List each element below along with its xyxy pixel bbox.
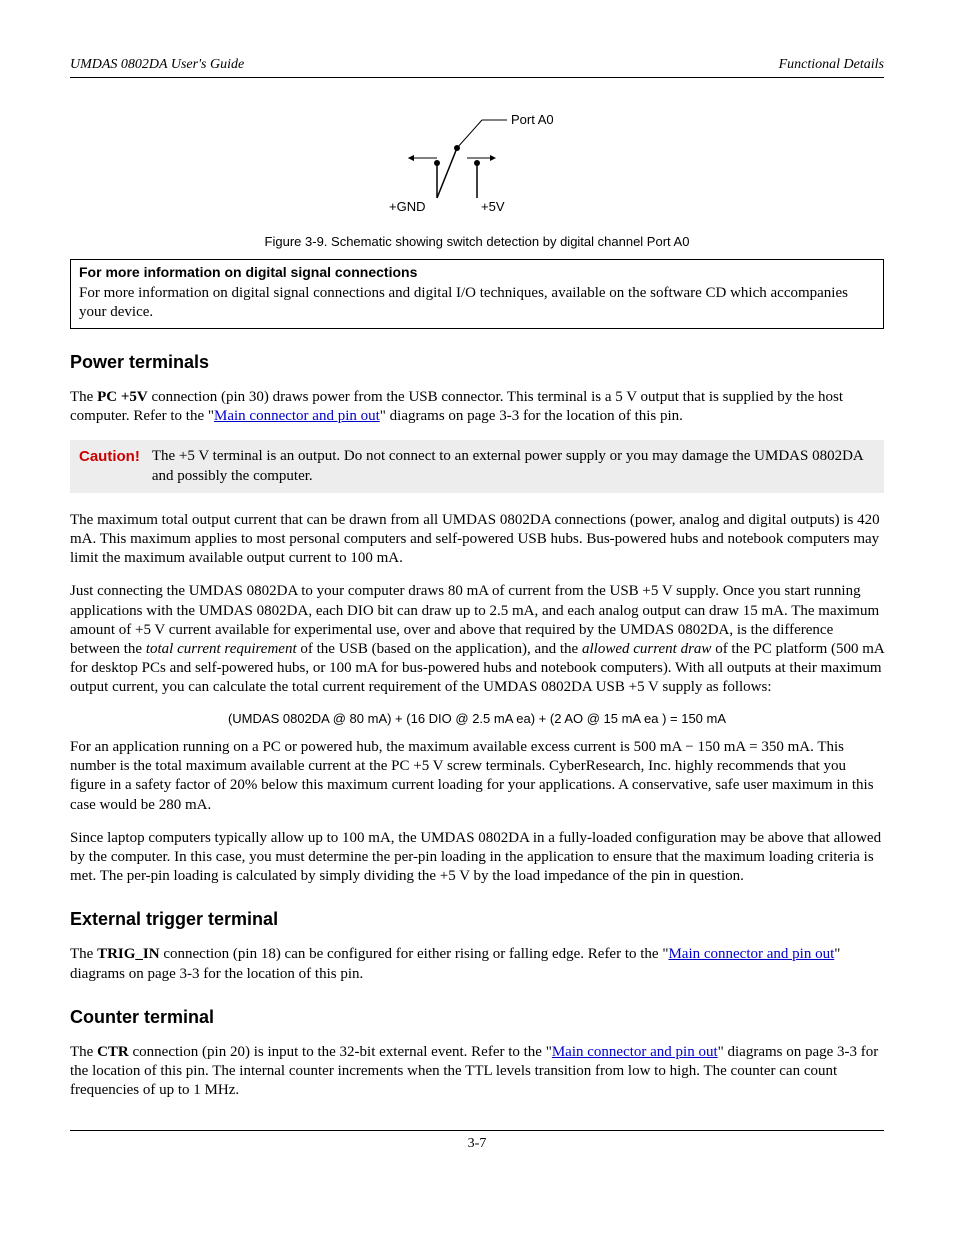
text: " diagrams on page 3-3 for the location … bbox=[380, 408, 683, 424]
info-box-title: For more information on digital signal c… bbox=[79, 264, 875, 282]
power-p2: The maximum total output current that ca… bbox=[70, 511, 884, 569]
text: of the USB (based on the application), a… bbox=[297, 641, 582, 657]
text-bold: TRIG_IN bbox=[97, 946, 160, 962]
text: The bbox=[70, 1044, 97, 1060]
counter-p1: The CTR connection (pin 20) is input to … bbox=[70, 1043, 884, 1101]
power-p5: Since laptop computers typically allow u… bbox=[70, 829, 884, 887]
heading-counter-terminal: Counter terminal bbox=[70, 1006, 884, 1029]
text: The bbox=[70, 946, 97, 962]
heading-power-terminals: Power terminals bbox=[70, 351, 884, 374]
text-bold: CTR bbox=[97, 1044, 129, 1060]
figure-caption: Figure 3-9. Schematic showing switch det… bbox=[70, 234, 884, 251]
page-header: UMDAS 0802DA User's Guide Functional Det… bbox=[70, 56, 884, 78]
text-bold: PC +5V bbox=[97, 389, 148, 405]
text-italic: total current requirement bbox=[146, 641, 297, 657]
trigger-p1: The TRIG_IN connection (pin 18) can be c… bbox=[70, 945, 884, 983]
schematic-5v-label: +5V bbox=[481, 199, 505, 214]
header-right: Functional Details bbox=[779, 56, 884, 74]
power-p3: Just connecting the UMDAS 0802DA to your… bbox=[70, 582, 884, 697]
text: The bbox=[70, 389, 97, 405]
schematic-port-label: Port A0 bbox=[511, 112, 554, 127]
schematic-figure: Port A0 +GND +5V bbox=[70, 108, 884, 224]
page-number: 3-7 bbox=[468, 1136, 487, 1151]
link-main-connector-3[interactable]: Main connector and pin out bbox=[552, 1044, 718, 1060]
schematic-gnd-label: +GND bbox=[389, 199, 425, 214]
text: connection (pin 18) can be configured fo… bbox=[160, 946, 669, 962]
info-box: For more information on digital signal c… bbox=[70, 259, 884, 329]
header-left: UMDAS 0802DA User's Guide bbox=[70, 56, 244, 74]
caution-label: Caution! bbox=[79, 447, 140, 466]
heading-external-trigger: External trigger terminal bbox=[70, 908, 884, 931]
info-box-body: For more information on digital signal c… bbox=[79, 284, 875, 322]
power-p4: For an application running on a PC or po… bbox=[70, 738, 884, 815]
link-main-connector-1[interactable]: Main connector and pin out bbox=[214, 408, 380, 424]
text: connection (pin 20) is input to the 32-b… bbox=[129, 1044, 552, 1060]
caution-box: Caution! The +5 V terminal is an output.… bbox=[70, 440, 884, 492]
caution-text: The +5 V terminal is an output. Do not c… bbox=[152, 447, 875, 485]
link-main-connector-2[interactable]: Main connector and pin out bbox=[668, 946, 834, 962]
current-formula: (UMDAS 0802DA @ 80 mA) + (16 DIO @ 2.5 m… bbox=[70, 711, 884, 728]
text-italic: allowed current draw bbox=[582, 641, 711, 657]
power-p1: The PC +5V connection (pin 30) draws pow… bbox=[70, 388, 884, 426]
page-footer: 3-7 bbox=[70, 1130, 884, 1153]
